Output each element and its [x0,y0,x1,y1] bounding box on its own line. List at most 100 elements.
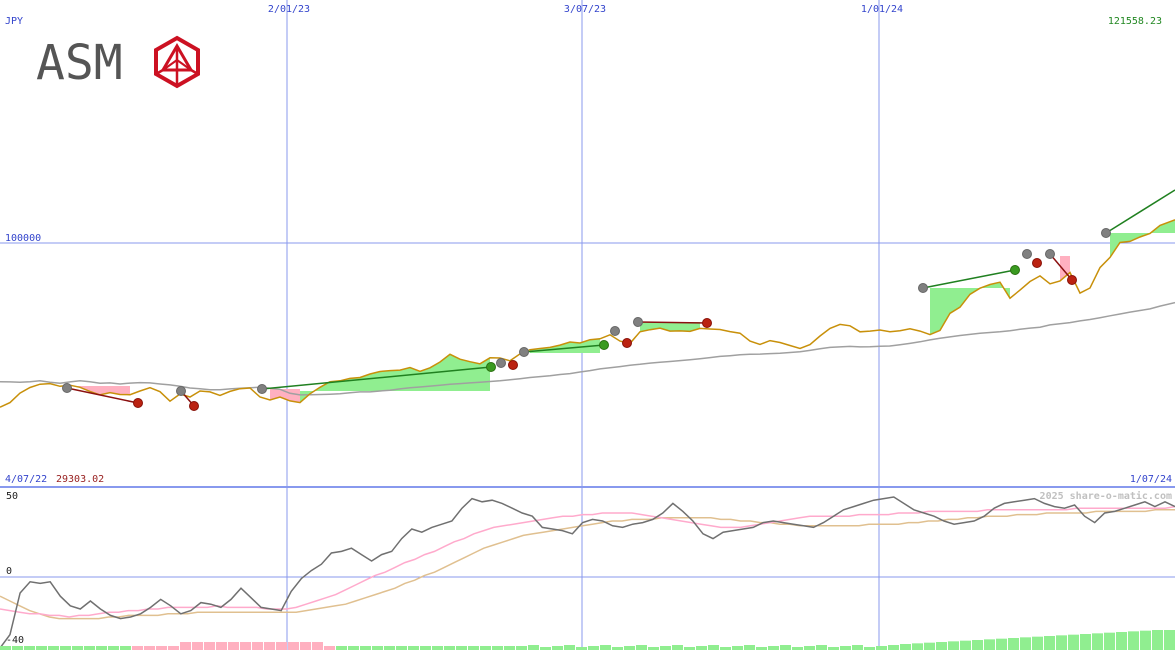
volume-bar [12,646,23,650]
volume-bar [768,646,779,650]
volume-bar [960,640,971,650]
volume-bar [468,646,479,650]
buy-point-1 [62,383,72,393]
volume-bar [732,646,743,650]
start-value-label: 29303.02 [56,474,104,485]
oscillator-series [0,496,1175,649]
volume-bar [192,642,203,650]
volume-bar [972,640,983,650]
volume-bar [204,642,215,650]
volume-bar [300,642,311,650]
sell-point-2 [189,401,199,411]
volume-bar [1128,631,1139,650]
volume-bar [1044,636,1055,650]
volume-bar [240,642,251,650]
logo-text: ASM [36,35,123,91]
volume-bar [408,646,419,650]
volume-bar [120,646,131,650]
chart-root: ASM JPY 121558.23 2/01/23 3/07/23 1/01/2… [0,0,1175,650]
volume-bar [180,642,191,650]
volume-bar [384,646,395,650]
last-price-label: 121558.23 [1108,16,1162,27]
volume-bar [108,646,119,650]
volume-bar [1152,630,1163,650]
volume-bar [1008,638,1019,650]
volume-bar [876,646,887,650]
volume-bar [168,646,179,650]
sell-point-10 [1067,275,1077,285]
date-label-3: 1/01/24 [861,4,903,15]
watermark: 2025 share-o-matic.com [1040,490,1172,502]
volume-bar [708,645,719,650]
volume-bar [1056,635,1067,650]
currency-label: JPY [5,16,23,27]
volume-bar [912,643,923,650]
volume-bar [744,645,755,650]
volume-bar [1164,630,1175,650]
volume-bar [336,646,347,650]
volume-bar [984,639,995,650]
volume-bar [1116,632,1127,650]
buy-point-6 [610,326,620,336]
sell-point-9 [1032,258,1042,268]
volume-bar [60,646,71,650]
osc-fast-line [0,505,1175,618]
volume-bar [24,646,35,650]
buy-point-4 [496,358,506,368]
volume-bar [264,642,275,650]
volume-bar [36,646,47,650]
signal-dots [62,228,1111,411]
volume-bar [156,646,167,650]
volume-bar [504,646,515,650]
sell-point-5 [599,340,609,350]
volume-bar [996,638,1007,650]
volume-bar [372,646,383,650]
volume-bar [492,646,503,650]
osc-main-line [0,496,1175,649]
volume-bar [948,641,959,650]
buy-point-9 [1022,249,1032,259]
volume-bar [780,645,791,650]
sell-point-8 [1010,265,1020,275]
volume-bar [396,646,407,650]
start-date-label: 4/07/22 [5,474,47,485]
logo-mark-icon [154,35,200,89]
volume-bar [360,646,371,650]
volume-bar [636,645,647,650]
buy-point-11 [1101,228,1111,238]
volume-bar [456,646,467,650]
osc-tick-50: 50 [6,491,18,502]
volume-bar [216,642,227,650]
volume-bar [1020,637,1031,650]
asm-logo: ASM [36,35,200,91]
price-line [0,219,1175,408]
volume-bar [804,646,815,650]
buy-point-10 [1045,249,1055,259]
volume-bar [900,644,911,650]
volume-bars [0,630,1175,650]
volume-bar [1080,634,1091,650]
volume-bar [528,645,539,650]
sell-point-4 [508,360,518,370]
volume-bar [588,646,599,650]
grid-lines [0,0,1175,650]
volume-bar [516,646,527,650]
volume-bar [252,642,263,650]
sell-point-6 [622,338,632,348]
volume-bar [600,645,611,650]
volume-bar [936,642,947,650]
volume-bar [888,645,899,650]
buy-point-7 [633,317,643,327]
buy-point-5 [519,347,529,357]
osc-tick-neg40: -40 [6,635,24,646]
up-fill-5 [1110,219,1175,258]
volume-bar [276,642,287,650]
y-tick-100000: 100000 [5,233,41,244]
signal-lines [66,189,1175,407]
stock-chart: ASM JPY 121558.23 2/01/23 3/07/23 1/01/2… [0,0,1175,650]
volume-bar [324,646,335,650]
volume-bar [72,646,83,650]
sell-point-7 [702,318,712,328]
volume-bar [624,646,635,650]
volume-bar [144,646,155,650]
